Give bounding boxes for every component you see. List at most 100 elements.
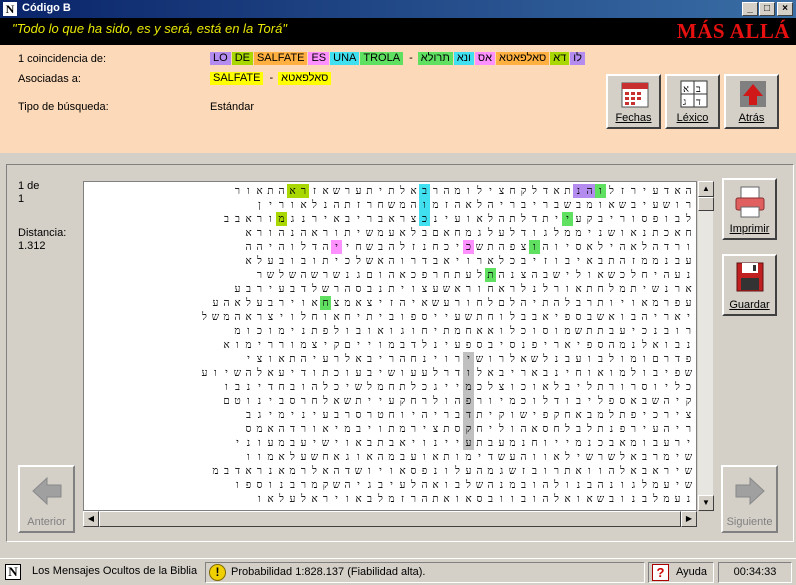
grid-letter: ח — [443, 269, 450, 281]
grid-letter: ש — [387, 367, 396, 379]
grid-letter: ה — [377, 451, 384, 463]
grid-letter: י — [577, 255, 580, 267]
lexicon-button[interactable]: אב גד Léxico — [665, 74, 720, 129]
grid-letter: ל — [510, 325, 515, 337]
grid-letter: ש — [596, 493, 605, 505]
vertical-scrollbar[interactable]: ▲ ▼ — [697, 181, 714, 511]
grid-letter: ם — [223, 395, 230, 407]
grid-letter: ר — [432, 185, 439, 197]
scroll-down-icon[interactable]: ▼ — [698, 495, 714, 511]
grid-letter: י — [665, 367, 668, 379]
maximize-button[interactable]: □ — [759, 2, 775, 16]
grid-letter: י — [500, 395, 503, 407]
grid-letter: ע — [454, 311, 461, 323]
grid-letter: מ — [630, 437, 637, 449]
grid-letter: א — [619, 437, 626, 449]
save-button-label: Guardar — [729, 299, 770, 311]
scroll-up-icon[interactable]: ▲ — [698, 181, 714, 197]
grid-letter: ת — [476, 409, 483, 421]
grid-letter: ה — [333, 465, 340, 477]
grid-letter: ע — [300, 437, 307, 449]
grid-letter: ר — [586, 297, 593, 309]
help-button[interactable]: ? Ayuda — [648, 562, 714, 583]
grid-letter: ש — [497, 451, 506, 463]
grid-letter: ב — [520, 479, 527, 491]
grid-letter: כ — [509, 255, 516, 267]
scroll-right-icon[interactable]: ▶ — [681, 511, 697, 527]
grid-letter: ו — [489, 395, 492, 407]
grid-letter: ו — [610, 297, 613, 309]
grid-letter: פ — [509, 241, 516, 253]
next-button[interactable]: Siguiente — [721, 465, 778, 533]
letter-grid[interactable]: האדעירזלוהנתאדלקחצילומהרבאלתיתערשאזראהתא… — [83, 181, 697, 511]
grid-letter: ח — [531, 437, 538, 449]
dates-button[interactable]: Fechas — [606, 74, 661, 129]
grid-letter: י — [379, 185, 382, 197]
save-button[interactable]: Guardar — [722, 254, 777, 316]
grid-letter: ו — [654, 381, 657, 393]
grid-letter: ח — [564, 409, 571, 421]
grid-letter: י — [379, 395, 382, 407]
status-bar: N Los Mensajes Ocultos de la Biblia ! Pr… — [0, 558, 796, 585]
minimize-button[interactable]: _ — [742, 2, 758, 16]
grid-letter: ע — [234, 283, 241, 295]
grid-letter: ד — [300, 367, 307, 379]
grid-letter: י — [335, 423, 338, 435]
grid-letter: י — [500, 339, 503, 351]
grid-letter: נ — [521, 437, 526, 449]
grid-letter: מ — [564, 227, 571, 239]
svg-text:ד: ד — [696, 97, 701, 108]
scroll-left-icon[interactable]: ◀ — [83, 511, 99, 527]
grid-letter: י — [291, 297, 294, 309]
back-button[interactable]: Atrás — [724, 74, 779, 129]
grid-letter: ר — [663, 465, 670, 477]
grid-letter: ע — [399, 479, 406, 491]
grid-letter: א — [443, 227, 450, 239]
grid-letter: א — [542, 311, 549, 323]
grid-letter: ר — [256, 311, 263, 323]
grid-letter: ח — [509, 185, 516, 197]
grid-letter: ל — [202, 311, 207, 323]
grid-letter: ב — [674, 255, 681, 267]
grid-letter: ד — [421, 255, 428, 267]
grid-letter: ל — [642, 241, 647, 253]
grid-letter: ע — [410, 451, 417, 463]
grid-letter: ב — [366, 353, 373, 365]
grid-letter: ע — [256, 297, 263, 309]
previous-button[interactable]: Anterior — [18, 465, 75, 533]
horizontal-scroll-thumb[interactable] — [99, 511, 681, 527]
grid-letter: ה — [531, 269, 538, 281]
vertical-scroll-thumb[interactable] — [698, 197, 714, 211]
print-button[interactable]: Imprimir — [722, 178, 777, 240]
grid-letter: מ — [619, 367, 626, 379]
grid-letter: י — [225, 367, 228, 379]
grid-letter: י — [236, 437, 239, 449]
grid-letter: י — [445, 339, 448, 351]
grid-letter: י — [379, 311, 382, 323]
grid-letter: ז — [390, 297, 393, 309]
grid-letter: ו — [335, 227, 338, 239]
grid-letter: ל — [565, 297, 570, 309]
grid-letter: ר — [410, 493, 417, 505]
grid-letter: ל — [521, 283, 526, 295]
grid-letter: ו — [533, 227, 536, 239]
horizontal-scrollbar[interactable]: ◀ ▶ — [83, 511, 697, 527]
grid-letter: ש — [233, 367, 242, 379]
grid-letter: ה — [584, 184, 595, 198]
grid-letter: ו — [269, 227, 272, 239]
grid-letter: א — [443, 255, 450, 267]
close-button[interactable]: × — [777, 2, 793, 16]
grid-letter: א — [223, 339, 230, 351]
grid-letter: א — [531, 423, 538, 435]
grid-letter: ה — [388, 269, 395, 281]
grid-letter: ל — [279, 493, 284, 505]
grid-letter: מ — [630, 353, 637, 365]
grid-letter: ו — [291, 339, 294, 351]
grid-letter: י — [621, 297, 624, 309]
grid-letter: ה — [300, 353, 307, 365]
grid-letter: ב — [586, 479, 593, 491]
grid-letter: ב — [399, 339, 406, 351]
grid-letter: ש — [684, 479, 693, 491]
distance-label: Distancia: — [18, 227, 67, 239]
grid-letter: ת — [443, 451, 450, 463]
